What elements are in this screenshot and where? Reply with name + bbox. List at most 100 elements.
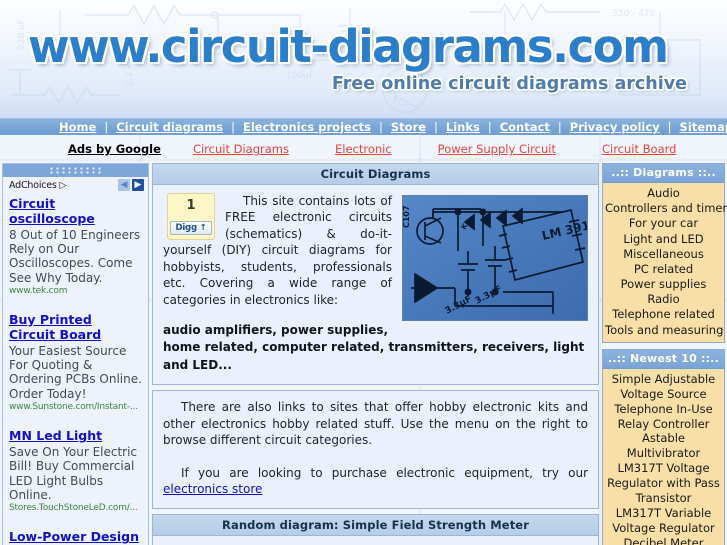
list-item[interactable]: Audio [605,186,722,201]
intro-thumbnail[interactable]: LM 3914 3.3µF 3.3µF C107 K [402,195,588,321]
list-item[interactable]: Miscellaneous [605,247,722,262]
nav-item-store[interactable]: Store [390,120,427,134]
diagrams-item-tools-and-measuring[interactable]: Tools and measuring [605,323,723,337]
store-paragraph: If you are looking to purchase electroni… [163,465,588,498]
list-item[interactable]: Simple Adjustable Voltage Source [605,372,722,402]
ad-unit: Low-Power Design Design articles, news a… [3,526,148,545]
prev-arrow-icon[interactable]: ◀ [118,179,130,191]
links-panel: There are also links to sites that offer… [152,390,599,509]
electronics-store-link[interactable]: electronics store [163,482,262,496]
adchoices-text: AdChoices [9,179,57,191]
newest-item-lm317t-voltage-regulator-with-pass-transistor[interactable]: LM317T Voltage Regulator with Pass Trans… [607,461,720,505]
adsense-top-bar [3,164,148,177]
list-item[interactable]: For your car [605,216,722,231]
random-diagram-panel: Random diagram: Simple Field Strength Me… [152,513,599,545]
adchoices-label[interactable]: AdChoices ▷ [9,180,67,191]
newest-item-decibel-meter[interactable]: Decibel Meter [624,536,704,545]
diagrams-item-miscellaneous[interactable]: Miscellaneous [623,247,704,261]
list-item[interactable]: LM317T Variable Voltage Regulator [605,506,722,536]
nav-item-contact[interactable]: Contact [499,120,551,134]
list-item[interactable]: Light and LED [605,232,722,247]
nav-separator: | [434,120,438,134]
ad-unit-title[interactable]: Low-Power Design [9,530,142,545]
nav-separator: | [231,120,235,134]
ad-link-circuit-diagrams[interactable]: Circuit Diagrams [193,142,289,156]
intro-panel-heading: Circuit Diagrams [153,164,598,185]
digg-widget[interactable]: 1 Digg ↑ [167,193,215,241]
diagrams-item-power-supplies[interactable]: Power supplies [621,277,707,291]
next-arrow-icon[interactable]: ▶ [132,179,144,191]
ads-by-google-label[interactable]: Ads by Google [68,142,161,156]
diagrams-menu-box: ..:: Diagrams ::.. Audio Controllers and… [602,163,727,343]
list-item[interactable]: Power supplies [605,277,722,292]
google-ads-strip: Ads by Google Circuit Diagrams Electroni… [0,135,727,163]
nav-item-privacy-policy[interactable]: Privacy policy [569,120,661,134]
ad-unit-url: www.Sunstone.com/Instant-... [9,402,138,413]
nav-separator: | [557,120,562,134]
links-panel-body: There are also links to sites that offer… [153,391,598,508]
nav-item-circuit-diagrams[interactable]: Circuit diagrams [115,120,224,134]
ad-unit-url: Stores.TouchStoneLeD.com/... [9,503,138,514]
ad-unit-url: www.tek.com [9,286,68,297]
svg-text:330 - 470: 330 - 470 [612,9,656,19]
newest-item-astable-multivibrator[interactable]: Astable Multivibrator [627,431,700,460]
diagrams-menu-heading: ..:: Diagrams ::.. [603,164,724,183]
left-ad-column: AdChoices ▷ ◀ ▶ Circuit oscilloscope 8 O… [2,163,149,545]
list-item[interactable]: Decibel Meter [605,536,722,545]
intro-panel-body: LM 3914 3.3µF 3.3µF C107 K 1 Digg ↑ This… [153,185,598,384]
newest-item-simple-adjustable-voltage-source[interactable]: Simple Adjustable Voltage Source [612,372,716,401]
diagrams-item-pc-related[interactable]: PC related [634,262,693,276]
adchoices-row: AdChoices ▷ ◀ ▶ [3,177,148,193]
diagrams-item-telephone-related[interactable]: Telephone related [612,307,715,321]
site-logo[interactable]: www.circuit-diagrams.com [28,20,669,73]
page-root: 330 - 470 220 uF 2.2 k 100uF www.circuit… [0,0,727,545]
ad-unit: Circuit oscilloscope 8 Out of 10 Enginee… [3,193,148,302]
diagrams-item-radio[interactable]: Radio [647,292,679,306]
svg-text:C107: C107 [403,205,411,228]
site-tagline: Free online circuit diagrams archive [331,74,687,94]
list-item[interactable]: PC related [605,262,722,277]
newest-menu-box: ..:: Newest 10 ::.. Simple Adjustable Vo… [602,348,725,545]
list-item[interactable]: LM317T Voltage Regulator with Pass Trans… [605,461,722,506]
random-diagram-heading: Random diagram: Simple Field Strength Me… [153,514,598,536]
list-item[interactable]: Telephone In-Use Relay Controller [605,402,722,432]
lm3914-schematic-photo: LM 3914 3.3µF 3.3µF C107 K [403,196,587,320]
list-item[interactable]: Controllers and timers [605,201,727,216]
ad-carousel-arrows: ◀ ▶ [118,179,144,191]
page-body: AdChoices ▷ ◀ ▶ Circuit oscilloscope 8 O… [0,163,727,545]
random-diagram-body: Simple Field Strength Meter This Field S… [153,536,598,545]
adchoices-triangle-icon: ▷ [59,179,67,191]
list-item[interactable]: Telephone related [605,307,722,322]
digg-button[interactable]: Digg ↑ [170,221,212,236]
nav-separator: | [104,120,109,134]
nav-item-home[interactable]: Home [58,120,97,134]
diagrams-item-audio[interactable]: Audio [647,186,680,200]
main-content-column: Circuit Diagrams LM 3914 3.3µF 3.3µF C10… [152,163,599,545]
ad-unit-title[interactable]: Buy Printed Circuit Board [9,312,142,343]
intro-wrap: LM 3914 3.3µF 3.3µF C107 K 1 Digg ↑ This… [163,193,588,374]
ad-unit-title[interactable]: MN Led Light [9,428,142,444]
ad-link-electronic[interactable]: Electronic [335,142,392,156]
dot-pattern-icon [49,167,102,174]
ad-link-power-supply-circuit[interactable]: Power Supply Circuit [438,142,556,156]
diagrams-item-for-your-car[interactable]: For your car [629,216,698,230]
ad-unit-description: Save On Your Electric Bill! Buy Commerci… [9,444,138,503]
nav-item-sitemap[interactable]: Sitemap [679,120,727,134]
ad-unit-title[interactable]: Circuit oscilloscope [9,196,142,227]
newest-item-lm317t-variable-voltage-regulator[interactable]: LM317T Variable Voltage Regulator [612,506,714,535]
nav-item-electronics-projects[interactable]: Electronics projects [242,120,372,134]
list-item[interactable]: Astable Multivibrator [605,431,722,461]
list-item[interactable]: Tools and measuring [605,323,723,338]
ad-unit-description: Your Easiest Source For Quoting & Orderi… [9,343,142,401]
store-paragraph-prefix: If you are looking to purchase electroni… [181,465,588,480]
nav-item-links[interactable]: Links [445,120,481,134]
diagrams-item-controllers-and-timers[interactable]: Controllers and timers [605,201,727,215]
nav-separator: | [667,120,672,134]
main-navigation: Home | Circuit diagrams | Electronics pr… [0,118,727,135]
digg-count: 1 [186,198,196,213]
list-item[interactable]: Radio [605,292,722,307]
newest-item-telephone-in-use-relay-controller[interactable]: Telephone In-Use Relay Controller [614,402,712,431]
newest-menu-heading: ..:: Newest 10 ::.. [603,349,724,369]
diagrams-item-light-and-led[interactable]: Light and LED [623,232,703,246]
ad-link-circuit-board[interactable]: Circuit Board [602,142,676,156]
